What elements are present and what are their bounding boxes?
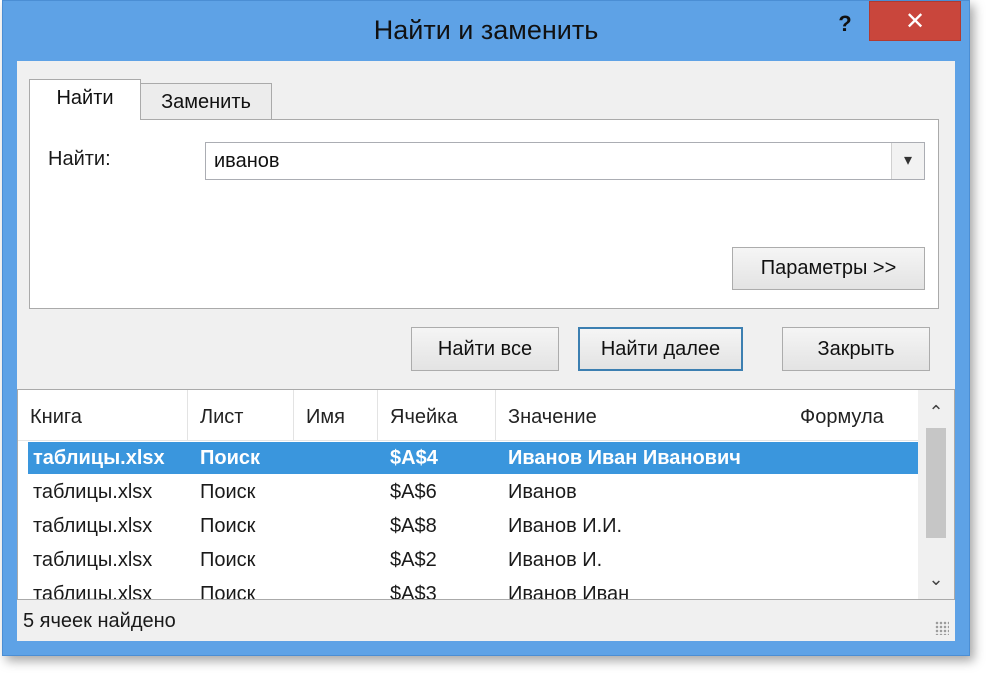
cell-book: таблицы.xlsx <box>33 549 153 571</box>
vertical-scrollbar[interactable]: ⌃ ⌄ <box>918 390 954 599</box>
cell-address: $A$3 <box>390 583 437 600</box>
column-header-formula[interactable]: Формула <box>788 390 918 440</box>
column-header-value[interactable]: Значение <box>496 390 788 440</box>
table-row[interactable]: таблицы.xlsx Поиск $A$4 Иванов Иван Иван… <box>28 442 918 474</box>
cell-sheet: Поиск <box>200 515 256 537</box>
tab-find[interactable]: Найти <box>29 79 141 120</box>
table-row[interactable]: таблицы.xlsx Поиск $A$2 Иванов И. <box>28 544 918 576</box>
find-tab-panel: Найти: ▾ Параметры >> <box>29 119 939 309</box>
dialog-title: Найти и заменить <box>373 15 599 45</box>
cell-book: таблицы.xlsx <box>33 515 153 537</box>
cell-value: Иванов Иван <box>508 583 630 600</box>
cell-address: $A$2 <box>390 549 437 571</box>
resize-grip-icon[interactable] <box>935 621 949 635</box>
cell-value: Иванов Иван Иванович <box>508 447 741 469</box>
options-button[interactable]: Параметры >> <box>732 247 925 290</box>
column-header-cell[interactable]: Ячейка <box>378 390 496 440</box>
cell-value: Иванов <box>508 481 577 503</box>
cell-book: таблицы.xlsx <box>33 583 153 600</box>
status-bar: 5 ячеек найдено <box>17 601 955 641</box>
find-input[interactable] <box>206 143 892 179</box>
find-combobox[interactable]: ▾ <box>205 142 925 180</box>
find-next-button[interactable]: Найти далее <box>578 327 743 371</box>
results-list[interactable]: Книга Лист Имя Ячейка Значение Формула т… <box>17 389 955 600</box>
find-replace-dialog: Найти и заменить ? ✕ Найти Заменить Найт… <box>2 0 970 656</box>
cell-sheet: Поиск <box>200 583 256 600</box>
close-icon: ✕ <box>904 8 926 35</box>
chevron-down-icon[interactable]: ⌄ <box>918 563 954 595</box>
cell-address: $A$4 <box>390 447 438 469</box>
scrollbar-thumb[interactable] <box>926 428 946 538</box>
cell-book: таблицы.xlsx <box>33 481 153 503</box>
status-text: 5 ячеек найдено <box>23 610 176 632</box>
cell-sheet: Поиск <box>200 549 256 571</box>
cell-address: $A$6 <box>390 481 437 503</box>
find-label: Найти: <box>48 148 111 170</box>
column-header-name[interactable]: Имя <box>294 390 378 440</box>
cell-book: таблицы.xlsx <box>33 447 165 469</box>
column-header-sheet[interactable]: Лист <box>188 390 294 440</box>
cell-value: Иванов И.И. <box>508 515 623 537</box>
cell-address: $A$8 <box>390 515 437 537</box>
table-row[interactable]: таблицы.xlsx Поиск $A$3 Иванов Иван <box>28 578 918 600</box>
tab-replace[interactable]: Заменить <box>141 83 272 120</box>
chevron-up-icon[interactable]: ⌃ <box>918 396 954 428</box>
cell-value: Иванов И. <box>508 549 603 571</box>
dialog-body: Найти Заменить Найти: ▾ Параметры >> Най… <box>17 61 955 641</box>
cell-sheet: Поиск <box>200 447 261 469</box>
title-bar[interactable]: Найти и заменить ? ✕ <box>3 1 969 59</box>
close-button[interactable]: Закрыть <box>782 327 930 371</box>
table-row[interactable]: таблицы.xlsx Поиск $A$6 Иванов <box>28 476 918 508</box>
close-window-button[interactable]: ✕ <box>869 1 961 41</box>
cell-sheet: Поиск <box>200 481 256 503</box>
table-row[interactable]: таблицы.xlsx Поиск $A$8 Иванов И.И. <box>28 510 918 542</box>
results-header: Книга Лист Имя Ячейка Значение Формула <box>18 390 918 441</box>
chevron-down-icon[interactable]: ▾ <box>891 143 924 179</box>
help-button[interactable]: ? <box>830 9 860 39</box>
find-all-button[interactable]: Найти все <box>411 327 559 371</box>
column-header-book[interactable]: Книга <box>18 390 188 440</box>
